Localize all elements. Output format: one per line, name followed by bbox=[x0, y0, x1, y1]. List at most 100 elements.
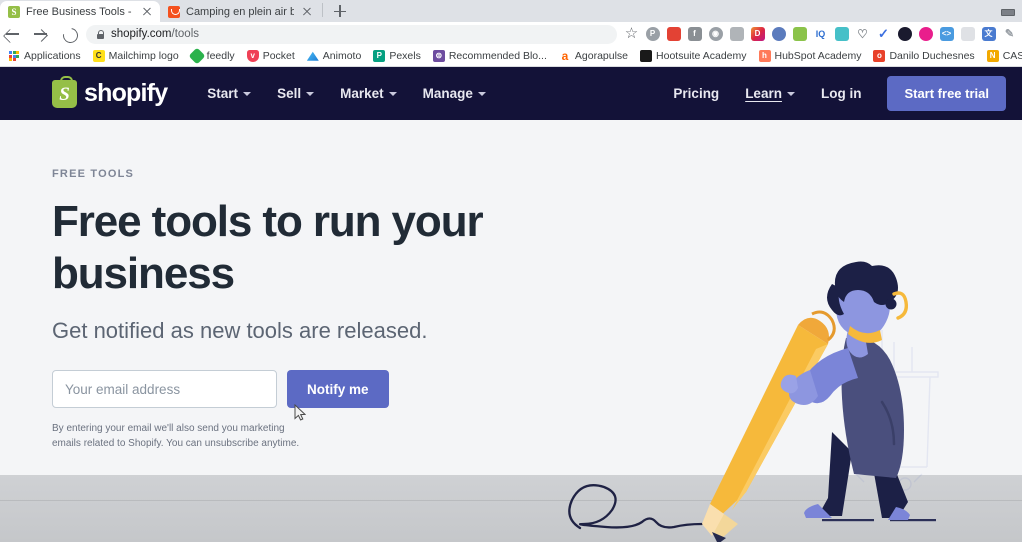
notify-me-button[interactable]: Notify me bbox=[287, 370, 389, 408]
window-controls bbox=[992, 0, 1022, 22]
shopify-favicon-icon bbox=[8, 5, 20, 18]
heading-line-2: business bbox=[52, 249, 235, 298]
iq-extension-icon[interactable]: IQ bbox=[810, 22, 831, 46]
back-arrow-icon[interactable] bbox=[0, 22, 28, 46]
chevron-down-icon bbox=[388, 91, 397, 96]
bookmark-applications[interactable]: Applications bbox=[2, 46, 87, 66]
recommended-blog-icon: ⊜ bbox=[432, 50, 445, 62]
red-chart-extension-icon[interactable] bbox=[663, 22, 684, 46]
tab-title: Camping en plein air batterie de bbox=[186, 5, 294, 18]
chevron-down-icon bbox=[786, 91, 795, 96]
extension-toolbar: P f ◉ D IQ ♡ ✓ <> 文 ✎ bbox=[621, 22, 1022, 46]
pinterest-extension-icon[interactable]: P bbox=[642, 22, 663, 46]
bookmark-pocket[interactable]: v Pocket bbox=[241, 46, 301, 66]
translate-extension-icon[interactable]: 文 bbox=[978, 22, 999, 46]
checkmark-extension-icon[interactable]: ✓ bbox=[873, 22, 894, 46]
key-lock-extension-icon[interactable] bbox=[831, 22, 852, 46]
shopify-logo[interactable]: shopify bbox=[52, 75, 168, 108]
bookmark-label: Agorapulse bbox=[574, 50, 629, 62]
avatar-extension-icon[interactable] bbox=[768, 22, 789, 46]
browser-tab-active[interactable]: Free Business Tools - Online Tool bbox=[0, 1, 160, 22]
email-input[interactable] bbox=[52, 370, 277, 408]
bookmark-star-icon[interactable] bbox=[621, 22, 642, 46]
bookmark-cashu[interactable]: N CASHU bbox=[981, 46, 1022, 66]
pocket-list-extension-icon[interactable] bbox=[957, 22, 978, 46]
bookmark-label: Danilo Duchesnes bbox=[889, 50, 975, 62]
nav-item-login[interactable]: Log in bbox=[821, 86, 862, 101]
nav-item-market[interactable]: Market bbox=[340, 86, 397, 101]
hero-illustration-woman-with-pencil bbox=[568, 261, 939, 542]
close-icon[interactable] bbox=[140, 5, 154, 19]
secondary-nav: Pricing Learn Log in Start free trial bbox=[673, 76, 1006, 111]
bookmark-label: Pocket bbox=[262, 50, 295, 62]
nav-item-sell[interactable]: Sell bbox=[277, 86, 315, 101]
mailchimp-icon: C bbox=[92, 50, 105, 62]
bookmark-label: Animoto bbox=[322, 50, 362, 62]
code-extension-icon[interactable]: <> bbox=[936, 22, 957, 46]
mouse-pointer bbox=[294, 404, 306, 421]
heading-line-1: Free tools to run your bbox=[52, 197, 484, 246]
nav-label: Manage bbox=[422, 86, 473, 101]
hootsuite-icon bbox=[640, 50, 653, 62]
new-tab-button[interactable] bbox=[329, 0, 351, 22]
pexels-icon: P bbox=[373, 50, 386, 62]
page-viewport: shopify Start Sell Market Manage bbox=[0, 67, 1022, 542]
close-icon[interactable] bbox=[300, 5, 314, 19]
nav-label: Sell bbox=[277, 86, 302, 101]
bookmark-animoto[interactable]: Animoto bbox=[301, 46, 368, 66]
chevron-down-icon bbox=[477, 91, 486, 96]
browser-window: Free Business Tools - Online Tool Campin… bbox=[0, 0, 1022, 542]
nav-label: Start bbox=[207, 86, 239, 101]
bookmark-pexels[interactable]: P Pexels bbox=[367, 46, 427, 66]
pocket-extension-icon[interactable]: ♡ bbox=[852, 22, 873, 46]
pencil-extension-icon[interactable]: ✎ bbox=[999, 22, 1020, 46]
url-path: /tools bbox=[171, 28, 200, 40]
nav-label: Log in bbox=[820, 86, 862, 101]
address-bar[interactable]: shopify.com/tools bbox=[86, 24, 617, 44]
nav-label: Pricing bbox=[673, 86, 720, 101]
bookmark-label: Applications bbox=[24, 50, 81, 62]
gray-box-extension-icon[interactable] bbox=[726, 22, 747, 46]
reload-icon[interactable] bbox=[56, 22, 84, 46]
browser-tab-inactive[interactable]: Camping en plein air batterie de bbox=[160, 1, 320, 22]
minimize-button[interactable] bbox=[992, 0, 1022, 22]
nav-label: Learn bbox=[745, 86, 782, 101]
bookmark-label: CASHU bbox=[1002, 50, 1022, 62]
nav-item-manage[interactable]: Manage bbox=[423, 86, 486, 101]
gradient-d-extension-icon[interactable]: D bbox=[747, 22, 768, 46]
nav-item-pricing[interactable]: Pricing bbox=[673, 86, 719, 101]
bookmark-hootsuite-academy[interactable]: Hootsuite Academy bbox=[634, 46, 752, 66]
bookmark-mailchimp[interactable]: C Mailchimp logo bbox=[87, 46, 185, 66]
cashu-icon: N bbox=[986, 50, 999, 62]
bookmark-label: Hootsuite Academy bbox=[656, 50, 747, 62]
start-free-trial-button[interactable]: Start free trial bbox=[887, 76, 1006, 111]
tab-strip: Free Business Tools - Online Tool Campin… bbox=[0, 0, 1022, 22]
bookmark-agorapulse[interactable]: a Agorapulse bbox=[553, 46, 634, 66]
bookmark-label: Mailchimp logo bbox=[108, 50, 179, 62]
agorapulse-icon: a bbox=[561, 49, 569, 63]
black-hex-extension-icon[interactable] bbox=[894, 22, 915, 46]
bookmark-label: Recommended Blo... bbox=[448, 50, 547, 62]
hubspot-icon: h bbox=[758, 50, 771, 62]
tab-divider bbox=[322, 2, 323, 17]
bookmark-feedly[interactable]: feedly bbox=[185, 46, 241, 66]
forward-arrow-icon[interactable] bbox=[28, 22, 56, 46]
primary-nav: Start Sell Market Manage bbox=[207, 86, 486, 101]
bookmark-recommended-blog[interactable]: ⊜ Recommended Blo... bbox=[427, 46, 553, 66]
disclaimer-line-2: related to Shopify. You can unsubscribe … bbox=[83, 438, 300, 449]
target-extension-icon[interactable]: ◉ bbox=[705, 22, 726, 46]
pink-hex-extension-icon[interactable] bbox=[915, 22, 936, 46]
eyedropper-extension-icon[interactable] bbox=[789, 22, 810, 46]
bookmark-danilo-duchesnes[interactable]: o Danilo Duchesnes bbox=[867, 46, 980, 66]
bookmark-label: feedly bbox=[206, 50, 235, 62]
nav-item-start[interactable]: Start bbox=[207, 86, 252, 101]
browser-toolbar: shopify.com/tools P f ◉ D IQ ♡ ✓ <> 文 ✎ bbox=[0, 22, 1022, 46]
eyebrow-label: FREE TOOLS bbox=[52, 168, 135, 180]
nav-item-learn[interactable]: Learn bbox=[745, 86, 795, 101]
pocket-icon: v bbox=[246, 50, 259, 62]
facebook-extension-icon[interactable]: f bbox=[684, 22, 705, 46]
marketing-disclaimer: By entering your email we'll also send y… bbox=[52, 421, 302, 451]
url-text: shopify.com/tools bbox=[111, 28, 199, 40]
chevron-down-icon bbox=[306, 91, 315, 96]
bookmark-hubspot-academy[interactable]: h HubSpot Academy bbox=[753, 46, 868, 66]
